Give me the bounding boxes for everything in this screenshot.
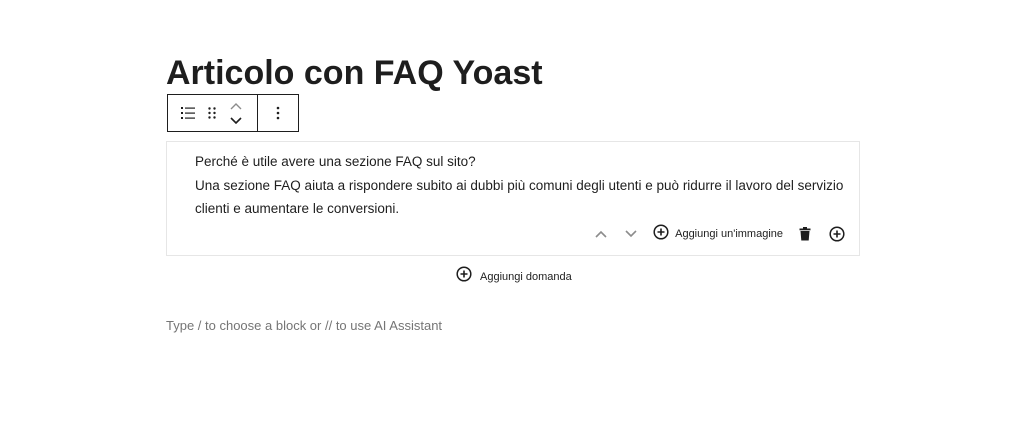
add-image-button[interactable]: Aggiungi un'immagine: [653, 223, 783, 245]
block-appender-placeholder[interactable]: Type / to choose a block or // to use AI…: [166, 318, 442, 333]
faq-block[interactable]: Perché è utile avere una sezione FAQ sul…: [166, 141, 860, 256]
chevron-down-icon[interactable]: [224, 113, 248, 127]
faq-actions: Aggiungi un'immagine: [589, 223, 849, 245]
faq-answer[interactable]: Una sezione FAQ aiuta a rispondere subit…: [195, 174, 855, 220]
block-toolbar: [167, 94, 299, 132]
more-vertical-icon[interactable]: [266, 99, 290, 127]
add-question-label: Aggiungi domanda: [480, 270, 572, 283]
add-question-button[interactable]: Aggiungi domanda: [456, 266, 572, 287]
page-title[interactable]: Articolo con FAQ Yoast: [166, 52, 543, 94]
add-image-label: Aggiungi un'immagine: [675, 228, 783, 240]
block-mover: [224, 95, 248, 131]
move-down-icon[interactable]: [619, 223, 643, 245]
list-icon[interactable]: [176, 99, 200, 127]
move-up-icon[interactable]: [589, 223, 613, 245]
faq-question[interactable]: Perché è utile avere una sezione FAQ sul…: [195, 152, 476, 172]
toolbar-group-block: [168, 95, 258, 131]
chevron-up-icon[interactable]: [224, 99, 248, 113]
plus-circle-icon: [653, 223, 669, 245]
trash-icon[interactable]: [793, 223, 817, 245]
plus-circle-icon: [456, 266, 472, 287]
add-block-icon[interactable]: [825, 223, 849, 245]
toolbar-group-options: [258, 95, 298, 131]
drag-handle-icon[interactable]: [200, 99, 224, 127]
